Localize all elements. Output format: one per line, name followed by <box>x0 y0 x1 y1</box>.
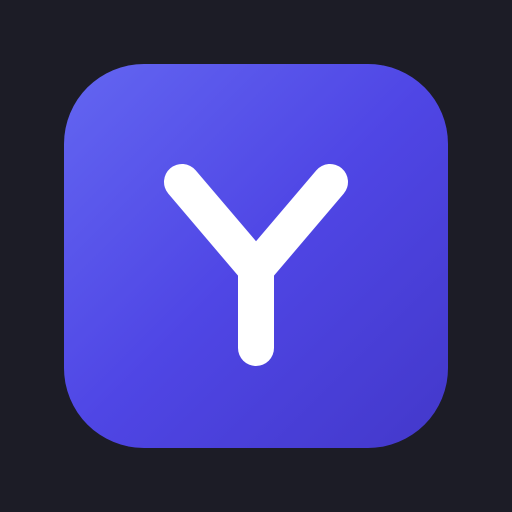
app-icon[interactable] <box>64 64 448 448</box>
letter-y-icon <box>164 164 348 366</box>
canvas-background <box>0 0 512 512</box>
